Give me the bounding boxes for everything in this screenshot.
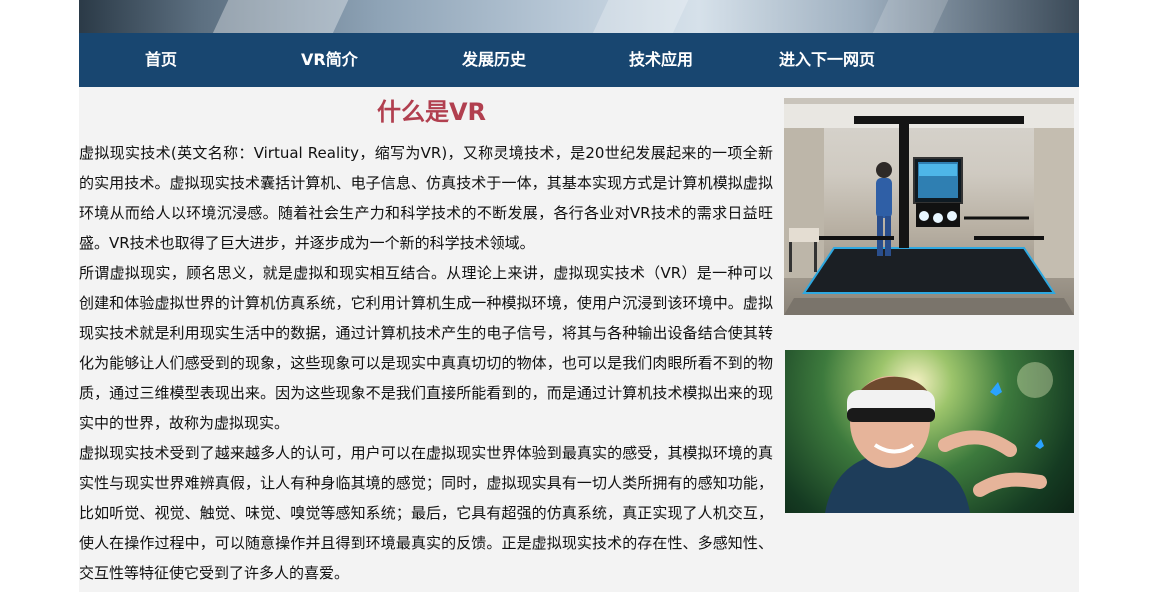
vr-headset-user-photo (785, 350, 1074, 513)
article-paragraph: 虚拟现实技术受到了越来越多人的认可，用户可以在虚拟现实世界体验到最真实的感受，其… (79, 444, 773, 582)
nav-item-history[interactable]: 发展历史 (462, 33, 526, 87)
nav-item-home[interactable]: 首页 (145, 33, 177, 87)
nav-item-tech-application[interactable]: 技术应用 (629, 33, 693, 87)
page: 首页 VR简介 发展历史 技术应用 进入下一网页 什么是VR 虚拟现实技术(英文… (0, 0, 1173, 592)
article-paragraph: 虚拟现实技术(英文名称：Virtual Reality，缩写为VR)，又称灵境技… (79, 144, 773, 252)
banner-light-streak (585, 0, 693, 33)
header-banner-image (79, 0, 1079, 33)
page-title: 什么是VR (376, 98, 487, 126)
banner-light-streak (865, 0, 953, 33)
nav-item-vr-intro[interactable]: VR简介 (301, 33, 358, 87)
main-content: 什么是VR 虚拟现实技术(英文名称：Virtual Reality，缩写为VR)… (79, 87, 1079, 592)
vr-platform-photo (784, 98, 1074, 315)
nav-item-next-page[interactable]: 进入下一网页 (779, 33, 875, 87)
article-paragraph: 所谓虚拟现实，顾名思义，就是虚拟和现实相互结合。从理论上来讲，虚拟现实技术（VR… (79, 264, 773, 432)
vr-headset-illustration (825, 362, 1053, 513)
banner-light-streak (205, 0, 353, 33)
article-body: 虚拟现实技术(英文名称：Virtual Reality，缩写为VR)，又称灵境技… (79, 138, 773, 588)
main-nav: 首页 VR简介 发展历史 技术应用 进入下一网页 (79, 33, 1079, 87)
vr-platform-illustration (784, 98, 1074, 315)
